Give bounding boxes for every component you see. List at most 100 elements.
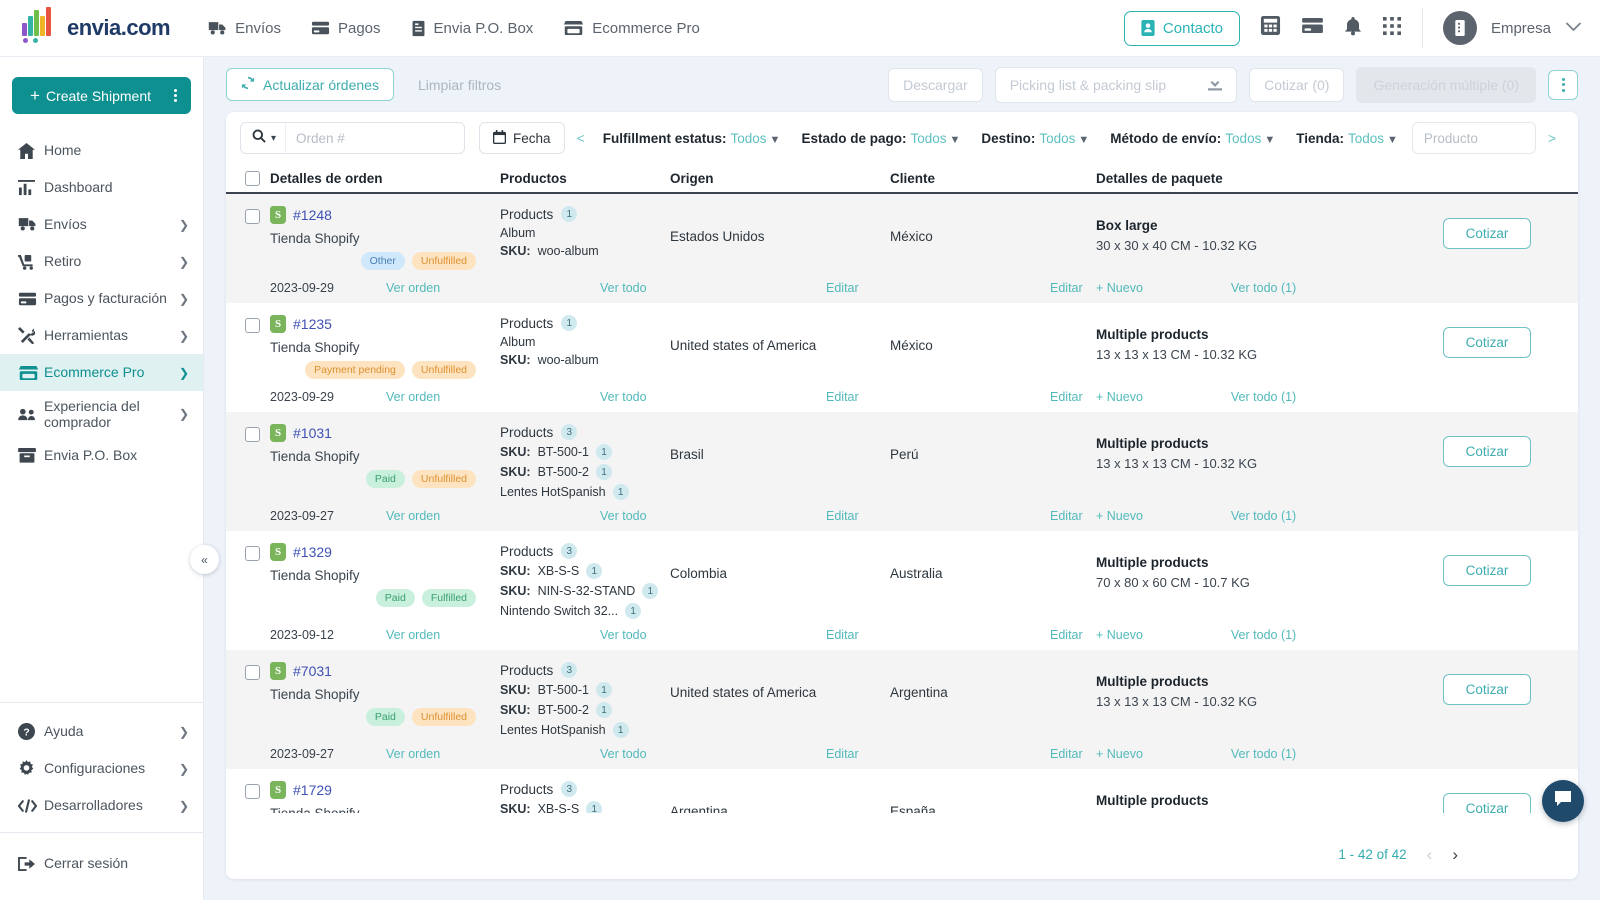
- ver-todo-paquetes-link[interactable]: Ver todo (1): [1231, 509, 1296, 523]
- ver-todo-paquetes-link[interactable]: Ver todo (1): [1231, 281, 1296, 295]
- actualizar-ordenes-button[interactable]: Actualizar órdenes: [226, 68, 394, 101]
- toolbar-kebab-menu-button[interactable]: [1548, 69, 1578, 100]
- sidebar-item-configuraciones[interactable]: Configuraciones ❯: [0, 750, 203, 787]
- pagination-prev-button[interactable]: ‹: [1427, 845, 1433, 865]
- chat-support-button[interactable]: [1542, 780, 1584, 822]
- filters-prev-arrow[interactable]: <: [565, 130, 597, 146]
- picking-list-button[interactable]: Picking list & packing slip: [994, 66, 1238, 103]
- ver-todo-paquetes-link[interactable]: Ver todo (1): [1231, 628, 1296, 642]
- sidebar-item-po-box[interactable]: Envia P.O. Box: [0, 437, 203, 474]
- ver-todo-link[interactable]: Ver todo: [600, 509, 647, 523]
- sidebar-item-envios[interactable]: Envíos ❯: [0, 206, 203, 243]
- order-number-link[interactable]: #1235: [293, 316, 332, 332]
- ver-orden-link[interactable]: Ver orden: [386, 390, 440, 404]
- ver-todo-link[interactable]: Ver todo: [600, 390, 647, 404]
- filters-next-arrow[interactable]: >: [1536, 130, 1568, 146]
- filter-estado-de-pago[interactable]: Estado de pago: Todos ▼: [801, 131, 960, 146]
- ver-todo-paquetes-link[interactable]: Ver todo (1): [1231, 390, 1296, 404]
- row-checkbox[interactable]: [244, 665, 260, 680]
- editar-origen-link[interactable]: Editar: [826, 281, 859, 295]
- contacto-button[interactable]: Contacto: [1123, 10, 1240, 46]
- order-number-link[interactable]: #7031: [293, 663, 332, 679]
- sidebar-item-desarrolladores[interactable]: Desarrolladores ❯: [0, 787, 203, 824]
- cotizar-button[interactable]: Cotizar: [1442, 327, 1532, 358]
- editar-cliente-link[interactable]: Editar: [1050, 747, 1083, 761]
- producto-input[interactable]: [1411, 122, 1536, 154]
- editar-cliente-link[interactable]: Editar: [1050, 390, 1083, 404]
- editar-origen-link[interactable]: Editar: [826, 390, 859, 404]
- credit-card-icon[interactable]: [1301, 17, 1324, 39]
- cotizar-button[interactable]: Cotizar: [1442, 218, 1532, 249]
- status-badge: Paid: [365, 708, 405, 726]
- filter-destino[interactable]: Destino: Todos ▼: [981, 131, 1089, 146]
- nuevo-paquete-link[interactable]: + Nuevo: [1096, 281, 1143, 295]
- editar-origen-link[interactable]: Editar: [826, 509, 859, 523]
- bell-icon[interactable]: [1344, 16, 1362, 41]
- search-input[interactable]: [286, 123, 465, 153]
- order-number-link[interactable]: #1329: [293, 544, 332, 560]
- sidebar-item-home[interactable]: Home: [0, 132, 203, 169]
- pagination-next-button[interactable]: ›: [1452, 845, 1458, 865]
- editar-cliente-link[interactable]: Editar: [1050, 509, 1083, 523]
- nuevo-paquete-link[interactable]: + Nuevo: [1096, 747, 1143, 761]
- kebab-menu-icon[interactable]: [174, 89, 177, 102]
- search-type-select[interactable]: ▾: [241, 123, 287, 153]
- grid-apps-icon[interactable]: [1382, 16, 1402, 41]
- sidebar-item-logout[interactable]: Cerrar sesión: [0, 845, 203, 882]
- ver-todo-link[interactable]: Ver todo: [600, 628, 647, 642]
- ver-todo-paquetes-link[interactable]: Ver todo (1): [1231, 747, 1296, 761]
- nuevo-paquete-link[interactable]: + Nuevo: [1096, 509, 1143, 523]
- cotizar-button[interactable]: Cotizar: [1442, 674, 1532, 705]
- filter-fulfillment-estatus[interactable]: Fulfillment estatus: Todos ▼: [603, 131, 781, 146]
- user-menu[interactable]: Empresa: [1442, 11, 1582, 45]
- order-number-link[interactable]: #1031: [293, 425, 332, 441]
- sidebar-item-ayuda[interactable]: ? Ayuda ❯: [0, 713, 203, 750]
- topnav-pagos[interactable]: Pagos: [311, 20, 381, 37]
- order-number-link[interactable]: #1729: [293, 782, 332, 798]
- ver-todo-link[interactable]: Ver todo: [600, 281, 647, 295]
- create-shipment-button[interactable]: + Create Shipment: [12, 77, 191, 114]
- order-badges: Paid Fulfilled: [270, 589, 500, 607]
- nuevo-paquete-link[interactable]: + Nuevo: [1096, 628, 1143, 642]
- cotizar-button[interactable]: Cotizar: [1442, 436, 1532, 467]
- editar-origen-link[interactable]: Editar: [826, 747, 859, 761]
- sidebar-item-retiro[interactable]: Retiro ❯: [0, 243, 203, 280]
- footer-order-links: 2023-09-27 Ver orden: [270, 509, 500, 523]
- descargar-button[interactable]: Descargar: [888, 67, 983, 102]
- row-checkbox[interactable]: [244, 209, 260, 224]
- select-all-checkbox[interactable]: [244, 170, 260, 186]
- cotizar-button[interactable]: Cotizar: [1442, 555, 1532, 586]
- calculator-icon[interactable]: [1260, 15, 1281, 41]
- ver-orden-link[interactable]: Ver orden: [386, 747, 440, 761]
- sidebar-item-ecommerce-pro[interactable]: Ecommerce Pro ❯: [0, 354, 203, 391]
- ver-todo-link[interactable]: Ver todo: [600, 747, 647, 761]
- sidebar-item-experiencia-comprador[interactable]: Experiencia del comprador ❯: [0, 391, 203, 437]
- cotizar-button[interactable]: Cotizar: [1442, 793, 1532, 813]
- sidebar-collapse-button[interactable]: «: [190, 545, 219, 574]
- row-checkbox[interactable]: [244, 784, 260, 799]
- row-checkbox[interactable]: [244, 427, 260, 442]
- editar-origen-link[interactable]: Editar: [826, 628, 859, 642]
- topnav-po-box[interactable]: Envia P.O. Box: [411, 20, 533, 37]
- filter-metodo-de-envio[interactable]: Método de envío: Todos ▼: [1110, 131, 1275, 146]
- filter-tienda[interactable]: Tienda: Todos ▼: [1296, 131, 1398, 146]
- sidebar-item-pagos[interactable]: Pagos y facturación ❯: [0, 280, 203, 317]
- nuevo-paquete-link[interactable]: + Nuevo: [1096, 390, 1143, 404]
- sidebar-item-dashboard[interactable]: Dashboard: [0, 169, 203, 206]
- topnav-ecommerce-pro[interactable]: Ecommerce Pro: [563, 20, 700, 37]
- brand-logo[interactable]: envia.com: [20, 7, 171, 43]
- ver-orden-link[interactable]: Ver orden: [386, 509, 440, 523]
- editar-cliente-link[interactable]: Editar: [1050, 281, 1083, 295]
- limpiar-filtros-link[interactable]: Limpiar filtros: [418, 77, 501, 93]
- ver-orden-link[interactable]: Ver orden: [386, 628, 440, 642]
- order-number-link[interactable]: #1248: [293, 207, 332, 223]
- topnav-envios[interactable]: Envíos: [208, 20, 281, 37]
- editar-cliente-link[interactable]: Editar: [1050, 628, 1083, 642]
- cotizar-count-button[interactable]: Cotizar (0): [1249, 67, 1345, 102]
- chevron-down-icon[interactable]: [1565, 19, 1582, 37]
- fecha-filter-button[interactable]: Fecha: [479, 122, 565, 154]
- row-checkbox[interactable]: [244, 318, 260, 333]
- row-checkbox[interactable]: [244, 546, 260, 561]
- ver-orden-link[interactable]: Ver orden: [386, 281, 440, 295]
- sidebar-item-herramientas[interactable]: Herramientas ❯: [0, 317, 203, 354]
